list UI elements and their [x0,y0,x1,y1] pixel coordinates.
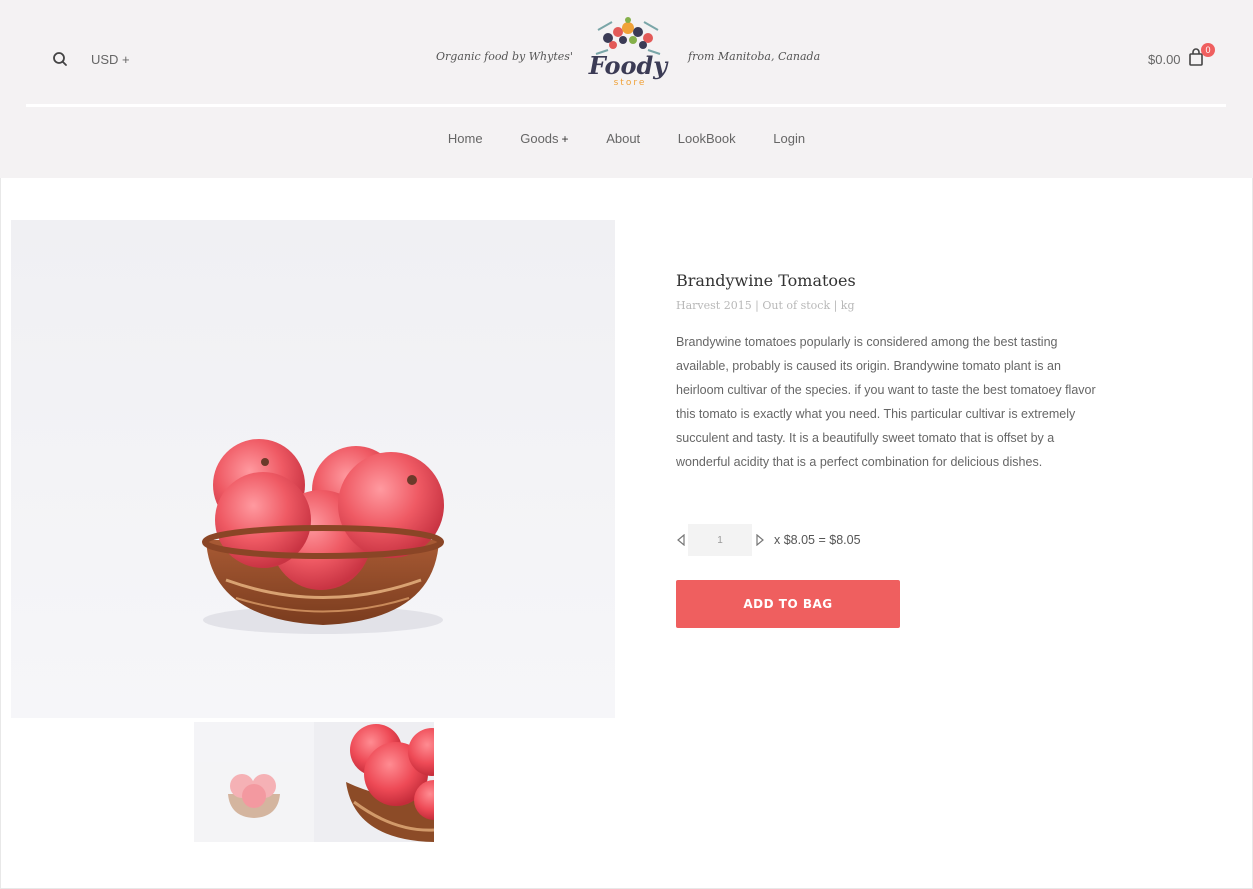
nav-about[interactable]: About [606,131,640,146]
tomato-bowl-photo [202,439,444,634]
nav-goods-label: Goods [520,131,559,146]
price-line: x $8.05 = $8.05 [774,533,861,547]
cart-total[interactable]: $0.00 [1148,52,1181,67]
product-meta: Harvest 2015 | Out of stock | kg [676,299,855,312]
thumbnail-photo-2 [346,724,434,842]
product-thumbnail-2[interactable] [314,722,434,842]
main-nav: Home Goods + About LookBook Login [0,131,1253,151]
foody-store-logo[interactable]: Foody store [578,12,678,90]
triangle-right-icon[interactable] [755,534,765,546]
cart-count-badge: 0 [1201,43,1215,57]
product-thumbnail-1[interactable] [194,722,314,842]
currency-selector[interactable]: USD + [91,52,130,67]
nav-home[interactable]: Home [448,131,483,146]
product-description: Brandywine tomatoes popularly is conside… [676,335,1096,469]
product-main-image[interactable] [11,220,615,718]
search-icon[interactable] [52,51,68,67]
triangle-left-icon[interactable] [676,534,686,546]
site-header: USD + Organic food by Whytes' Foody stor… [0,0,1253,178]
nav-login[interactable]: Login [773,131,805,146]
nav-lookbook[interactable]: LookBook [678,131,736,146]
nav-goods[interactable]: Goods + [520,131,568,146]
tagline-right: from Manitoba, Canada [688,50,821,63]
logo-wordmark: Foody [588,51,670,80]
thumbnail-photo-1 [228,774,280,818]
add-to-bag-button[interactable]: ADD TO BAG [676,580,900,628]
expand-plus-icon: + [561,132,569,146]
logo-subtext: store [614,78,647,88]
product-title: Brandywine Tomatoes [676,271,856,290]
quantity-input[interactable] [688,524,752,556]
tagline-left: Organic food by Whytes' [436,50,573,63]
